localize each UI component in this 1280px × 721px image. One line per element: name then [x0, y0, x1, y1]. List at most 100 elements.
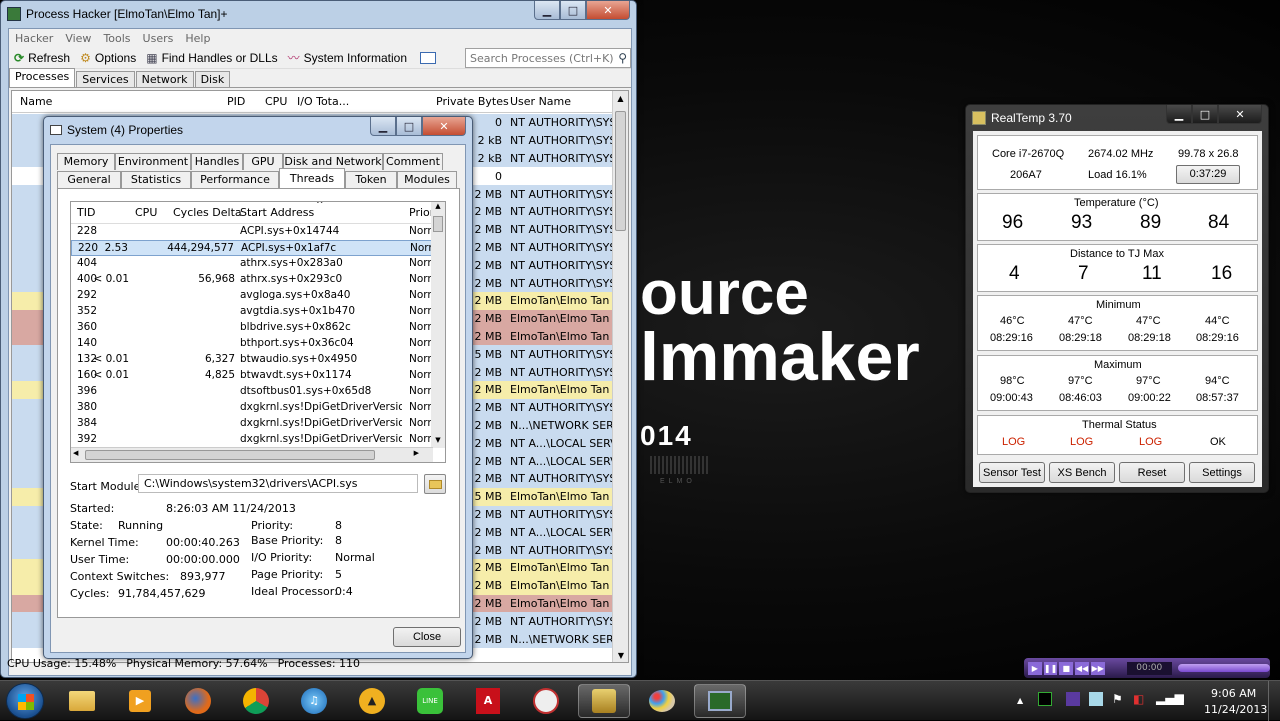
col-start-address[interactable]: Start Address	[240, 206, 314, 219]
properties-titlebar[interactable]: System (4) Properties ▁ □ ✕	[44, 117, 472, 143]
taskbar-realtemp[interactable]	[578, 684, 630, 718]
process-list-scrollbar[interactable]: ▲ ▼	[612, 91, 628, 662]
start-module-field[interactable]: C:\Windows\system32\drivers\ACPI.sys	[138, 474, 418, 493]
show-desktop-button[interactable]	[1268, 681, 1280, 721]
col-name[interactable]: Name	[20, 95, 52, 108]
col-cpu[interactable]: CPU	[135, 206, 157, 219]
realtemp-titlebar[interactable]: RealTemp 3.70 ▁ □ ✕	[966, 105, 1268, 131]
taskbar-process-hacker[interactable]	[694, 684, 746, 718]
scroll-down-arrow-icon[interactable]: ▼	[613, 648, 628, 662]
menu-view[interactable]: View	[59, 32, 97, 45]
scroll-right-arrow-icon[interactable]: ▶	[414, 449, 419, 457]
tab-modules[interactable]: Modules	[397, 171, 457, 188]
taskbar-app[interactable]: ▲	[346, 684, 398, 718]
sensor-test-button[interactable]: Sensor Test	[979, 462, 1045, 483]
tab-memory[interactable]: Memory	[57, 153, 115, 170]
menu-tools[interactable]: Tools	[97, 32, 136, 45]
tab-disk[interactable]: Disk	[194, 71, 231, 87]
volume-icon[interactable]: 🔈︎	[1180, 691, 1188, 706]
player-seek-bar[interactable]	[1177, 664, 1270, 672]
minimize-button[interactable]: ▁	[534, 1, 560, 20]
tab-general[interactable]: General	[57, 171, 121, 188]
ph-titlebar[interactable]: Process Hacker [ElmoTan\Elmo Tan]+ ▁ □ ✕	[1, 1, 636, 27]
thread-row[interactable]: 352 avgtdia.sys+0x1b470 Norn	[71, 304, 434, 320]
thread-row[interactable]: 396 dtsoftbus01.sys+0x65d8 Norn	[71, 384, 434, 400]
start-button[interactable]	[6, 683, 44, 719]
thread-row[interactable]: 384dxgkrnl.sys!DpiGetDriverVersion...Nor…	[71, 416, 434, 432]
threads-vscrollbar[interactable]: ▲ ▼	[431, 202, 445, 448]
tray-expand-icon[interactable]: ▲	[1017, 696, 1023, 705]
tab-comment[interactable]: Comment	[383, 153, 443, 170]
tab-environment[interactable]: Environment	[115, 153, 191, 170]
tab-processes[interactable]: Processes	[9, 68, 76, 87]
maximize-button[interactable]: □	[1192, 105, 1218, 124]
col-user-name[interactable]: User Name	[510, 95, 571, 108]
minimize-button[interactable]: ▁	[1166, 105, 1192, 124]
timer-button[interactable]: 0:37:29	[1176, 165, 1240, 184]
thread-row[interactable]: 400 < 0.01 56,968 athrx.sys+0x293c0 Norn	[71, 272, 434, 288]
thread-row[interactable]: 220 2.53 444,294,577 ACPI.sys+0x1af7c Norn	[71, 240, 435, 256]
threads-hscrollbar[interactable]: ◀ ▶	[71, 447, 433, 462]
scroll-left-arrow-icon[interactable]: ◀	[73, 449, 78, 457]
col-io[interactable]: I/O Tota...	[297, 95, 349, 108]
tray-app4-icon[interactable]: ◧	[1133, 692, 1144, 706]
window-icon[interactable]	[420, 51, 437, 64]
thread-row[interactable]: 404 athrx.sys+0x283a0 Norn	[71, 256, 434, 272]
tray-app-icon[interactable]	[1038, 692, 1052, 706]
col-cycles-delta[interactable]: Cycles Delta	[173, 206, 242, 219]
taskbar-firefox[interactable]	[172, 684, 224, 718]
scroll-up-arrow-icon[interactable]: ▲	[613, 91, 628, 107]
browse-folder-button[interactable]	[424, 474, 446, 494]
thread-row[interactable]: 228 ACPI.sys+0x14744 Norn	[71, 224, 434, 240]
maximize-button[interactable]: □	[560, 1, 586, 20]
reset-button[interactable]: Reset	[1119, 462, 1185, 483]
taskbar-paint[interactable]	[636, 684, 688, 718]
system-information-button[interactable]: 〰 System Information	[283, 49, 412, 66]
tab-token[interactable]: Token	[345, 171, 397, 188]
thread-row[interactable]: 380dxgkrnl.sys!DpiGetDriverVersion...Nor…	[71, 400, 434, 416]
play-icon[interactable]: ▶	[1028, 661, 1042, 675]
action-center-icon[interactable]: ⚑	[1112, 692, 1123, 706]
refresh-button[interactable]: ⟳ Refresh	[9, 51, 75, 65]
thread-row[interactable]: 360 blbdrive.sys+0x862c Norn	[71, 320, 434, 336]
thread-row[interactable]: 132 < 0.01 6,327 btwaudio.sys+0x4950 Norn	[71, 352, 434, 368]
close-button[interactable]: ✕	[1218, 105, 1262, 124]
tab-services[interactable]: Services	[76, 71, 135, 87]
thread-row[interactable]: 160 < 0.01 4,825 btwavdt.sys+0x1174 Norn	[71, 368, 434, 384]
taskbar-adobe[interactable]: A	[462, 684, 514, 718]
thread-row[interactable]: 392dxgkrnl.sys!DpiGetDriverVersion...Nor…	[71, 432, 434, 448]
taskbar-line[interactable]: LINE	[404, 684, 456, 718]
menu-help[interactable]: Help	[179, 32, 216, 45]
scroll-up-arrow-icon[interactable]: ▲	[431, 202, 445, 214]
menu-users[interactable]: Users	[137, 32, 180, 45]
taskbar-media-player[interactable]: ▶	[114, 684, 166, 718]
options-button[interactable]: ⚙ Options	[75, 51, 141, 65]
hscroll-thumb[interactable]	[85, 450, 375, 460]
scroll-thumb[interactable]	[433, 216, 443, 232]
tray-app2-icon[interactable]	[1066, 692, 1080, 706]
close-button[interactable]: ✕	[422, 117, 466, 136]
taskbar-chrome[interactable]	[230, 684, 282, 718]
minimize-button[interactable]: ▁	[370, 117, 396, 136]
col-cpu[interactable]: CPU	[265, 95, 287, 108]
tab-network[interactable]: Network	[135, 71, 194, 87]
close-dialog-button[interactable]: Close	[393, 627, 461, 647]
find-handles-button[interactable]: ▦ Find Handles or DLLs	[141, 51, 282, 65]
tab-threads[interactable]: Threads	[279, 168, 345, 188]
settings-button[interactable]: Settings	[1189, 462, 1255, 483]
scroll-down-arrow-icon[interactable]: ▼	[431, 436, 445, 448]
pause-icon[interactable]: ❚❚	[1043, 661, 1058, 675]
xs-bench-button[interactable]: XS Bench	[1049, 462, 1115, 483]
taskbar-explorer[interactable]	[56, 684, 108, 718]
col-private-bytes[interactable]: Private Bytes	[436, 95, 509, 108]
previous-icon[interactable]: ◀◀	[1075, 661, 1089, 675]
clock-date[interactable]: 11/24/2013	[1204, 703, 1267, 716]
thread-row[interactable]: 292 avgloga.sys+0x8a40 Norn	[71, 288, 434, 304]
col-pid[interactable]: PID	[227, 95, 245, 108]
tab-performance[interactable]: Performance	[191, 171, 279, 188]
stop-icon[interactable]: ■	[1059, 661, 1074, 675]
tray-app3-icon[interactable]	[1089, 692, 1103, 706]
next-icon[interactable]: ▶▶	[1090, 661, 1105, 675]
taskbar-itunes[interactable]: ♫	[288, 684, 340, 718]
col-tid[interactable]: TID	[77, 206, 95, 219]
